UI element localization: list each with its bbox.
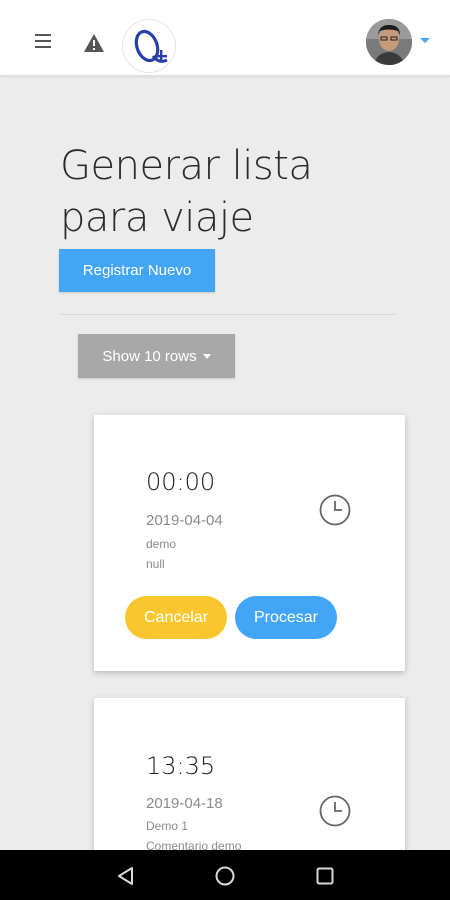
warning-triangle-icon[interactable]	[83, 33, 105, 53]
caret-down-icon	[202, 354, 211, 360]
cancel-button[interactable]: Cancelar	[125, 596, 227, 639]
process-button[interactable]: Procesar	[235, 596, 337, 639]
user-avatar-image	[366, 19, 412, 65]
hamburger-menu-icon[interactable]	[35, 34, 53, 48]
show-rows-dropdown[interactable]: Show 10 rows	[78, 334, 235, 378]
page-title: Generar lista para viaje	[60, 143, 313, 241]
avatar[interactable]	[366, 19, 412, 65]
app-logo[interactable]	[122, 19, 176, 73]
chevron-down-icon[interactable]	[420, 38, 430, 43]
trip-date: 2019-04-04	[146, 512, 223, 529]
trip-card: 13:35 2019-04-18 Demo 1 Comentario demo	[94, 698, 405, 868]
clock-icon	[319, 494, 351, 526]
top-app-bar	[0, 0, 450, 76]
home-icon[interactable]	[214, 865, 236, 887]
trip-date: 2019-04-18	[146, 795, 223, 812]
trip-time: 13:35	[146, 752, 216, 780]
register-new-button[interactable]: Registrar Nuevo	[59, 249, 215, 292]
clock-icon	[319, 795, 351, 827]
trip-name: Demo 1	[146, 819, 189, 833]
trip-comment: null	[146, 557, 165, 571]
divider	[60, 314, 396, 315]
recents-icon[interactable]	[315, 866, 335, 886]
app-logo-icon	[134, 29, 168, 63]
show-rows-label: Show 10 rows	[102, 347, 197, 365]
trip-name: demo	[146, 537, 177, 551]
trip-card: 00:00 2019-04-04 demo null Cancelar Proc…	[94, 415, 405, 671]
trip-time: 00:00	[146, 468, 216, 496]
system-navigation-bar	[0, 850, 450, 900]
back-icon[interactable]	[114, 865, 136, 887]
